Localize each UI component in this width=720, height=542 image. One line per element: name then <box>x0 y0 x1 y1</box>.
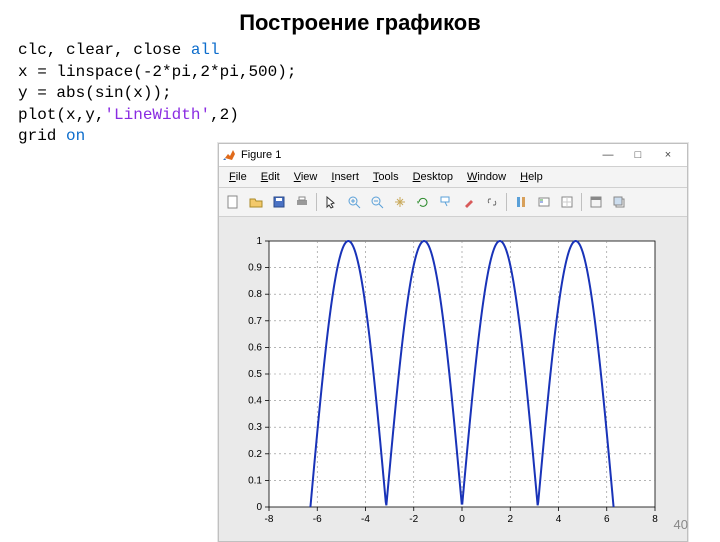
print-icon[interactable] <box>291 191 313 213</box>
legend-icon[interactable] <box>533 191 555 213</box>
svg-text:8: 8 <box>652 514 658 525</box>
matlab-icon <box>223 148 237 162</box>
menu-insert[interactable]: Insert <box>325 169 365 185</box>
menu-edit[interactable]: Edit <box>255 169 286 185</box>
maximize-button[interactable]: □ <box>623 146 653 164</box>
save-icon[interactable] <box>268 191 290 213</box>
zoom-out-icon[interactable] <box>366 191 388 213</box>
svg-text:-6: -6 <box>313 514 322 525</box>
plot-svg: -8 -6 -4 -2 0 2 4 6 8 0 0.1 0.2 0.3 0.4 0.5 0.6 0.7 0.8 0.… <box>227 231 667 531</box>
window-title: Figure 1 <box>241 149 593 161</box>
menu-view[interactable]: View <box>288 169 324 185</box>
svg-text:6: 6 <box>604 514 610 525</box>
svg-text:0.1: 0.1 <box>248 475 262 486</box>
menu-window[interactable]: Window <box>461 169 512 185</box>
menu-tools[interactable]: Tools <box>367 169 405 185</box>
minimize-button[interactable]: — <box>593 146 623 164</box>
svg-text:1: 1 <box>256 236 262 247</box>
menubar: File Edit View Insert Tools Desktop Wind… <box>219 167 687 188</box>
svg-text:0.3: 0.3 <box>248 422 262 433</box>
close-button[interactable]: × <box>653 146 683 164</box>
new-icon[interactable] <box>222 191 244 213</box>
pointer-icon[interactable] <box>320 191 342 213</box>
page-number: 40 <box>674 517 688 532</box>
svg-text:0.2: 0.2 <box>248 449 262 460</box>
menu-desktop[interactable]: Desktop <box>407 169 459 185</box>
svg-text:0.5: 0.5 <box>248 369 262 380</box>
rotate-icon[interactable] <box>412 191 434 213</box>
brush-icon[interactable] <box>458 191 480 213</box>
axes[interactable]: -8 -6 -4 -2 0 2 4 6 8 0 0.1 0.2 0.3 0.4 0.5 0.6 0.7 0.8 0.… <box>227 231 667 531</box>
axes-icon[interactable] <box>556 191 578 213</box>
figure-window: Figure 1 — □ × File Edit View Insert Too… <box>218 143 688 542</box>
pan-icon[interactable] <box>389 191 411 213</box>
menu-file[interactable]: File <box>223 169 253 185</box>
zoom-in-icon[interactable] <box>343 191 365 213</box>
svg-text:0: 0 <box>459 514 465 525</box>
toolbar <box>219 188 687 217</box>
code-block: clc, clear, close all x = linspace(-2*pi… <box>0 36 720 148</box>
svg-text:0.6: 0.6 <box>248 342 262 353</box>
dock-icon[interactable] <box>585 191 607 213</box>
open-icon[interactable] <box>245 191 267 213</box>
svg-text:-8: -8 <box>265 514 274 525</box>
svg-text:-4: -4 <box>361 514 370 525</box>
plot-container: -8 -6 -4 -2 0 2 4 6 8 0 0.1 0.2 0.3 0.4 0.5 0.6 0.7 0.8 0.… <box>219 217 687 541</box>
svg-text:0.8: 0.8 <box>248 289 262 300</box>
svg-text:0.9: 0.9 <box>248 263 262 274</box>
svg-text:4: 4 <box>556 514 562 525</box>
titlebar[interactable]: Figure 1 — □ × <box>219 144 687 167</box>
link-icon[interactable] <box>481 191 503 213</box>
svg-text:2: 2 <box>507 514 513 525</box>
svg-text:0.7: 0.7 <box>248 316 262 327</box>
page-title: Построение графиков <box>0 0 720 36</box>
svg-text:-2: -2 <box>409 514 418 525</box>
svg-text:0.4: 0.4 <box>248 396 262 407</box>
datatip-icon[interactable] <box>435 191 457 213</box>
svg-text:0: 0 <box>256 502 262 513</box>
colorbar-icon[interactable] <box>510 191 532 213</box>
menu-help[interactable]: Help <box>514 169 549 185</box>
undock-icon[interactable] <box>608 191 630 213</box>
